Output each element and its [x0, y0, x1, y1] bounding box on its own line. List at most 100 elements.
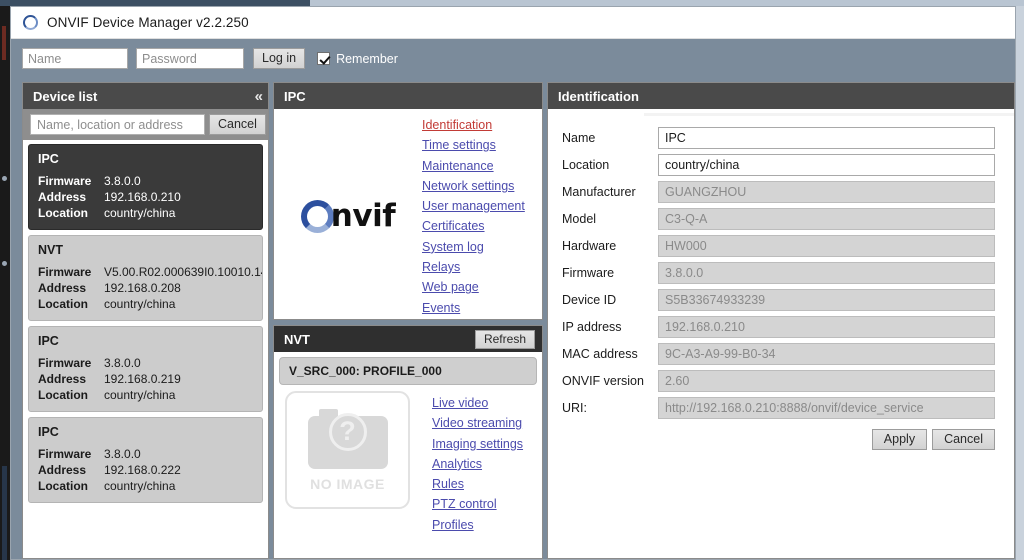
device-firmware-label: Firmware — [38, 356, 92, 370]
identification-row: ONVIF version — [562, 370, 995, 392]
device-address-value: 192.168.0.208 — [104, 281, 181, 295]
middle-column: IPC nvif Identification Time settings Main… — [273, 82, 543, 559]
field-input-onvif-version — [658, 370, 995, 392]
field-label: Name — [562, 131, 596, 145]
ipc-link-web-page[interactable]: Web page — [422, 277, 479, 297]
field-input-model — [658, 208, 995, 230]
device-list-item[interactable]: NVT Firmware V5.00.R02.000639I0.10010.140 A… — [28, 235, 263, 321]
nvt-panel: NVT Refresh V_SRC_000: PROFILE_000 ? NO … — [273, 325, 543, 559]
device-list-title: Device list — [33, 88, 98, 104]
identification-cancel-button[interactable]: Cancel — [932, 429, 995, 450]
cancel-search-button[interactable]: Cancel — [209, 114, 266, 135]
nvt-link-imaging-settings[interactable]: Imaging settings — [432, 434, 523, 454]
title-bar: ONVIF Device Manager v2.2.250 — [11, 7, 1015, 39]
screen: ONVIF Device Manager v2.2.250 Log in Rem… — [0, 0, 1024, 560]
nvt-link-video-streaming[interactable]: Video streaming — [432, 413, 522, 433]
field-label: Firmware — [562, 266, 615, 280]
device-location-label: Location — [38, 297, 88, 311]
device-item-location-row: Location country/china — [38, 296, 253, 312]
identification-rows: Name Location Manufacturer Model Hardware Fir… — [562, 127, 995, 419]
no-image-label: NO IMAGE — [310, 475, 385, 492]
field-input-uri — [658, 397, 995, 419]
background-window-dot — [2, 261, 7, 266]
remember-label: Remember — [336, 51, 398, 66]
field-input-firmware — [658, 262, 995, 284]
background-window-accent — [2, 26, 6, 60]
ipc-link-user-management[interactable]: User management — [422, 196, 525, 216]
ipc-link-system-log[interactable]: System log — [422, 237, 484, 257]
remember-checkbox-wrap[interactable]: Remember — [317, 52, 398, 66]
panels-container: Device list « Cancel IPCFirmware3.8.0.0A… — [11, 78, 1015, 559]
onvif-ring-icon — [23, 15, 38, 30]
ipc-link-certificates[interactable]: Certificates — [422, 216, 485, 236]
device-items-list: IPC Firmware 3.8.0.0 Address 192.168.0.210 Lo… — [23, 140, 268, 558]
field-label: Device ID — [562, 293, 617, 307]
ipc-link-identification[interactable]: Identification — [422, 115, 492, 135]
password-input[interactable] — [136, 48, 244, 69]
form-divider — [644, 113, 1014, 116]
refresh-button[interactable]: Refresh — [474, 329, 535, 349]
field-label: MAC address — [562, 347, 638, 361]
identification-title: Identification — [558, 88, 639, 104]
device-address-label: Address — [38, 463, 87, 477]
field-label: URI: — [562, 401, 587, 415]
field-input-device-id — [658, 289, 995, 311]
background-window-dot — [2, 176, 7, 181]
identification-row: Firmware — [562, 262, 995, 284]
device-item-name: NVT — [38, 243, 63, 257]
ipc-link-events[interactable]: Events — [422, 298, 460, 318]
device-item-firmware-row: Firmware 3.8.0.0 — [38, 446, 253, 462]
application-window: ONVIF Device Manager v2.2.250 Log in Rem… — [10, 6, 1016, 560]
field-input-location[interactable] — [658, 154, 995, 176]
device-address-label: Address — [38, 190, 87, 204]
field-input-hardware — [658, 235, 995, 257]
ipc-link-time-settings[interactable]: Time settings — [422, 135, 496, 155]
field-label: Model — [562, 212, 597, 226]
nvt-link-rules[interactable]: Rules — [432, 474, 464, 494]
username-input[interactable] — [22, 48, 128, 69]
profile-selector[interactable]: V_SRC_000: PROFILE_000 — [279, 357, 537, 385]
device-address-label: Address — [38, 281, 87, 295]
nvt-link-live-video[interactable]: Live video — [432, 393, 488, 413]
field-label: IP address — [562, 320, 622, 334]
window-title: ONVIF Device Manager v2.2.250 — [47, 15, 249, 30]
field-input-mac-address — [658, 343, 995, 365]
device-item-firmware-row: Firmware 3.8.0.0 — [38, 173, 253, 189]
device-list-item[interactable]: IPC Firmware 3.8.0.0 Address 192.168.0.222 Lo… — [28, 417, 263, 503]
device-item-address-row: Address 192.168.0.222 — [38, 462, 253, 478]
field-label: ONVIF version — [562, 374, 644, 388]
nvt-panel-header: NVT Refresh — [274, 326, 542, 352]
collapse-chevron-icon[interactable]: « — [255, 89, 263, 104]
identification-row: Hardware — [562, 235, 995, 257]
device-location-value: country/china — [104, 297, 176, 311]
device-item-firmware-row: Firmware V5.00.R02.000639I0.10010.140 — [38, 264, 262, 280]
onvif-logo-text: nvif — [330, 197, 396, 234]
field-input-ip-address — [658, 316, 995, 338]
device-location-label: Location — [38, 479, 88, 493]
device-address-value: 192.168.0.222 — [104, 463, 181, 477]
device-search-input[interactable] — [30, 114, 205, 135]
ipc-link-relays[interactable]: Relays — [422, 257, 460, 277]
login-button[interactable]: Log in — [253, 48, 306, 69]
device-firmware-label: Firmware — [38, 447, 92, 461]
remember-checkbox[interactable] — [317, 52, 331, 65]
ipc-link-maintenance[interactable]: Maintenance — [422, 156, 494, 176]
device-search-row: Cancel — [23, 109, 268, 140]
device-list-panel: Device list « Cancel IPCFirmware3.8.0.0A… — [22, 82, 269, 559]
identification-form: Name Location Manufacturer Model Hardware Fir… — [548, 109, 1014, 558]
device-item-name: IPC — [38, 152, 59, 166]
identification-row: URI: — [562, 397, 995, 419]
nvt-link-profiles[interactable]: Profiles — [432, 515, 474, 535]
background-window-right — [1016, 6, 1024, 560]
identification-header: Identification — [548, 83, 1014, 109]
nvt-link-ptz-control[interactable]: PTZ control — [432, 494, 497, 514]
device-list-item[interactable]: IPC Firmware 3.8.0.0 Address 192.168.0.219 Lo… — [28, 326, 263, 412]
device-location-value: country/china — [104, 479, 176, 493]
identification-actions: Apply Cancel — [562, 429, 995, 450]
ipc-link-network-settings[interactable]: Network settings — [422, 176, 514, 196]
field-input-name[interactable] — [658, 127, 995, 149]
apply-button[interactable]: Apply — [871, 429, 928, 450]
device-list-item[interactable]: IPC Firmware 3.8.0.0 Address 192.168.0.210 Lo… — [28, 144, 263, 230]
identification-row: Manufacturer — [562, 181, 995, 203]
nvt-link-analytics[interactable]: Analytics — [432, 454, 482, 474]
